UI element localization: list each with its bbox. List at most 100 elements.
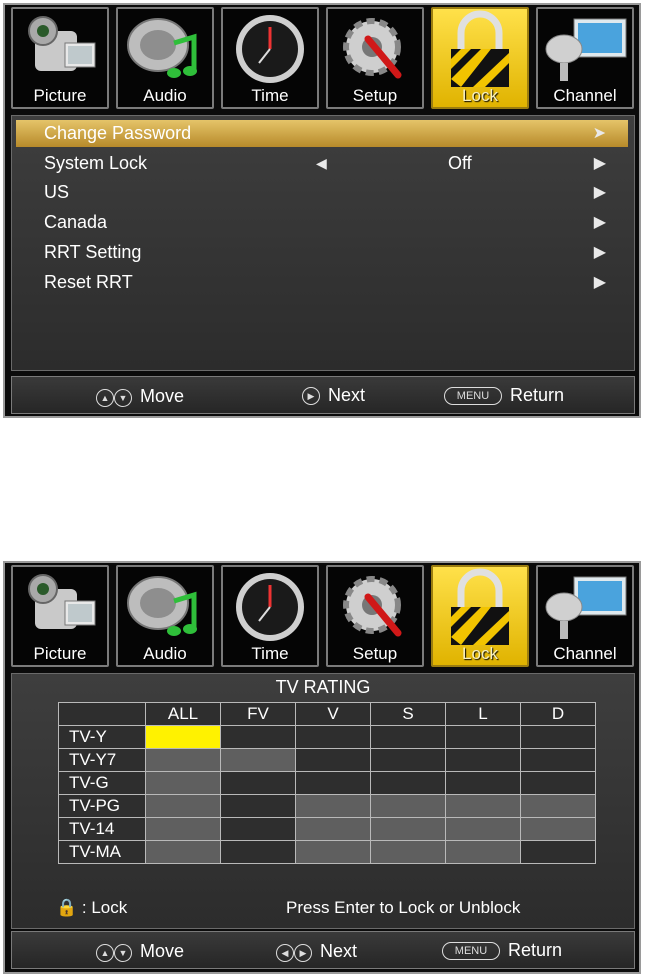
- rating-cell[interactable]: [220, 748, 296, 772]
- tab-label: Audio: [143, 86, 187, 105]
- menu-item-system-lock[interactable]: System Lock ◀ Off ▶: [16, 150, 628, 177]
- rating-cell[interactable]: [445, 725, 521, 749]
- rating-cell-selected[interactable]: [145, 725, 221, 749]
- rating-cell[interactable]: [520, 725, 596, 749]
- rating-cell[interactable]: [220, 840, 296, 864]
- hint-next: ◀ ▶ Next: [276, 940, 357, 962]
- up-down-icon: ▲ ▼: [96, 385, 132, 407]
- rating-cell[interactable]: [370, 725, 446, 749]
- tab-label: Setup: [352, 644, 398, 663]
- rating-cell[interactable]: [445, 817, 521, 841]
- tab-channel[interactable]: Channel: [536, 7, 634, 109]
- chevron-right-icon: ▶: [593, 184, 606, 201]
- right-arrow-icon: ▶: [302, 386, 320, 405]
- menu-item-reset-rrt[interactable]: Reset RRT ▶: [16, 269, 628, 296]
- padlock-icon: [451, 568, 509, 645]
- rating-cell[interactable]: [370, 840, 446, 864]
- rating-cell[interactable]: [145, 817, 221, 841]
- rating-cell[interactable]: [445, 840, 521, 864]
- row-header: TV-Y7: [58, 748, 146, 772]
- menu-key-icon: MENU: [442, 941, 500, 960]
- rating-cell[interactable]: [445, 771, 521, 795]
- tv-rating-panel: TV RATING ALL FV V S L D TV-Y TV-Y7 TV-G…: [11, 673, 635, 929]
- rating-cell[interactable]: [445, 748, 521, 772]
- rating-cell[interactable]: [295, 817, 371, 841]
- rating-cell[interactable]: [520, 771, 596, 795]
- tab-lock[interactable]: Lock: [431, 565, 529, 667]
- rating-cell[interactable]: [370, 794, 446, 818]
- chevron-right-icon[interactable]: ▶: [594, 150, 606, 177]
- help-bar: ▲ ▼ Move ▶ Next MENU Return: [11, 376, 635, 414]
- row-header: TV-G: [58, 771, 146, 795]
- rating-cell[interactable]: [220, 771, 296, 795]
- tab-label: Channel: [553, 644, 617, 663]
- satellite-monitor-icon: [545, 576, 627, 639]
- menu-item-label: System Lock: [44, 153, 148, 173]
- column-header: L: [445, 702, 521, 726]
- row-header: TV-PG: [58, 794, 146, 818]
- rating-cell[interactable]: [145, 840, 221, 864]
- menu-item-us[interactable]: US ▶: [16, 179, 628, 206]
- rating-cell[interactable]: [295, 771, 371, 795]
- rating-cell[interactable]: [520, 748, 596, 772]
- rating-cell[interactable]: [295, 725, 371, 749]
- tab-label: Audio: [143, 644, 187, 663]
- rating-row-tv-pg: TV-PG: [58, 794, 596, 818]
- rating-cell[interactable]: [220, 794, 296, 818]
- tab-setup[interactable]: Setup: [326, 7, 424, 109]
- rating-cell[interactable]: [445, 794, 521, 818]
- rating-cell[interactable]: [145, 794, 221, 818]
- hint-next: ▶ Next: [302, 385, 365, 406]
- rating-cell[interactable]: [520, 840, 596, 864]
- chevron-right-icon: ▶: [593, 214, 606, 231]
- speaker-note-icon: [127, 576, 197, 636]
- rating-cell[interactable]: [145, 748, 221, 772]
- rating-hint: Press Enter to Lock or Unblock: [286, 898, 521, 917]
- rating-row-tv-14: TV-14: [58, 817, 596, 841]
- tab-lock[interactable]: Lock: [431, 7, 529, 109]
- menu-item-change-password[interactable]: Change Password ➤: [16, 120, 628, 147]
- column-header: D: [520, 702, 596, 726]
- menu-item-canada[interactable]: Canada ▶: [16, 209, 628, 236]
- hint-label: Next: [320, 940, 358, 961]
- rating-cell[interactable]: [520, 817, 596, 841]
- tab-picture[interactable]: Picture: [11, 565, 109, 667]
- column-header: ALL: [145, 702, 221, 726]
- rating-cell[interactable]: [370, 748, 446, 772]
- hint-return: MENU Return: [442, 940, 562, 961]
- menu-tabs: Picture Audio Time Setup Lock Channel: [11, 563, 635, 671]
- chevron-right-icon: ▶: [593, 274, 606, 291]
- rating-cell[interactable]: [370, 771, 446, 795]
- tab-time[interactable]: Time: [221, 7, 319, 109]
- lock-legend-label: : Lock: [81, 898, 128, 917]
- column-header: V: [295, 702, 371, 726]
- tab-label: Picture: [33, 644, 87, 663]
- hint-label: Return: [508, 940, 563, 960]
- chevron-right-icon: ➤: [592, 125, 606, 142]
- rating-cell[interactable]: [295, 794, 371, 818]
- tab-picture[interactable]: Picture: [11, 7, 109, 109]
- rating-cell[interactable]: [520, 794, 596, 818]
- rating-header-row: ALL FV V S L D: [58, 702, 596, 726]
- tab-label: Picture: [33, 86, 87, 105]
- rating-cell[interactable]: [220, 817, 296, 841]
- satellite-monitor-icon: [545, 18, 627, 81]
- lock-legend: 🔒 : Lock: [56, 898, 127, 918]
- chevron-left-icon[interactable]: ◀: [316, 150, 327, 177]
- tab-setup[interactable]: Setup: [326, 565, 424, 667]
- lock-icon: 🔒: [56, 898, 78, 917]
- menu-item-rrt-setting[interactable]: RRT Setting ▶: [16, 239, 628, 266]
- rating-cell[interactable]: [220, 725, 296, 749]
- row-header: TV-MA: [58, 840, 146, 864]
- tab-label: Time: [251, 644, 289, 663]
- gear-screwdriver-icon: [343, 576, 402, 637]
- rating-cell[interactable]: [370, 817, 446, 841]
- rating-cell[interactable]: [295, 748, 371, 772]
- tab-channel[interactable]: Channel: [536, 565, 634, 667]
- tab-time[interactable]: Time: [221, 565, 319, 667]
- rating-cell[interactable]: [145, 771, 221, 795]
- rating-cell[interactable]: [295, 840, 371, 864]
- tab-audio[interactable]: Audio: [116, 7, 214, 109]
- tab-audio[interactable]: Audio: [116, 565, 214, 667]
- rating-row-tv-ma: TV-MA: [58, 840, 596, 864]
